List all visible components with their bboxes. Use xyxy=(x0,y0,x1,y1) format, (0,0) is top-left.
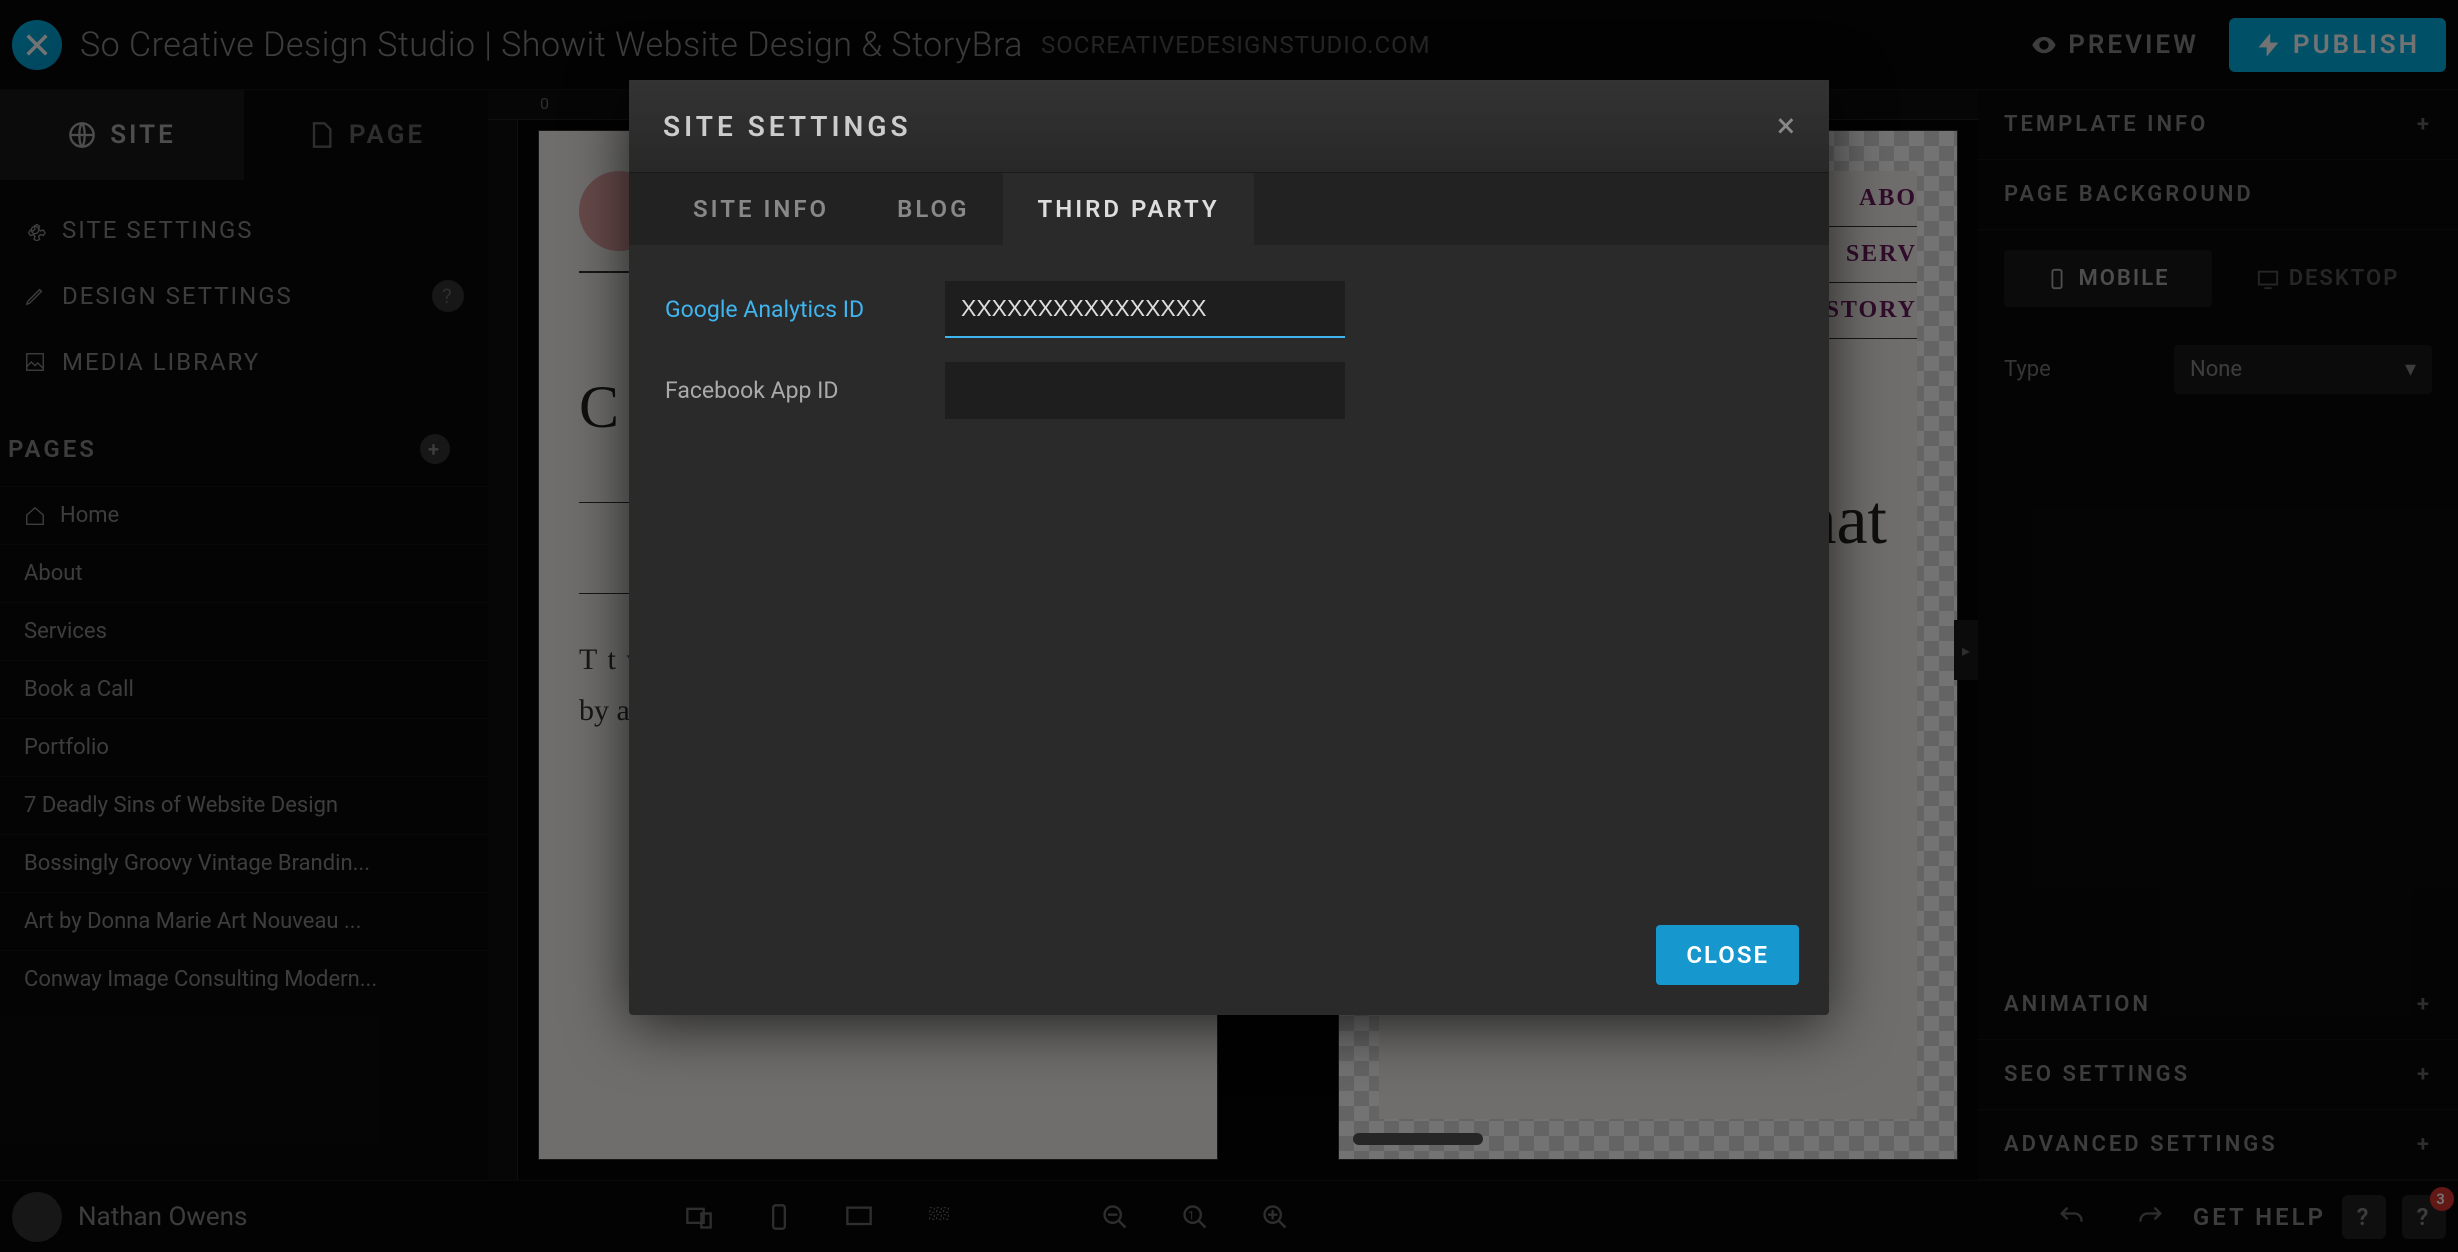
modal-overlay: SITE SETTINGS × SITE INFO BLOG THIRD PAR… xyxy=(0,0,2458,1252)
modal-tab-site-info[interactable]: SITE INFO xyxy=(659,173,863,245)
close-button[interactable]: CLOSE xyxy=(1656,925,1799,985)
close-icon[interactable]: × xyxy=(1777,106,1795,146)
modal-title: SITE SETTINGS xyxy=(663,110,912,143)
facebook-app-id-input[interactable] xyxy=(945,362,1345,419)
ga-label: Google Analytics ID xyxy=(665,296,945,323)
modal-tab-third-party[interactable]: THIRD PARTY xyxy=(1003,173,1253,245)
site-settings-modal: SITE SETTINGS × SITE INFO BLOG THIRD PAR… xyxy=(629,80,1829,1015)
fb-label: Facebook App ID xyxy=(665,377,945,404)
google-analytics-input[interactable] xyxy=(945,281,1345,338)
modal-tab-blog[interactable]: BLOG xyxy=(863,173,1003,245)
